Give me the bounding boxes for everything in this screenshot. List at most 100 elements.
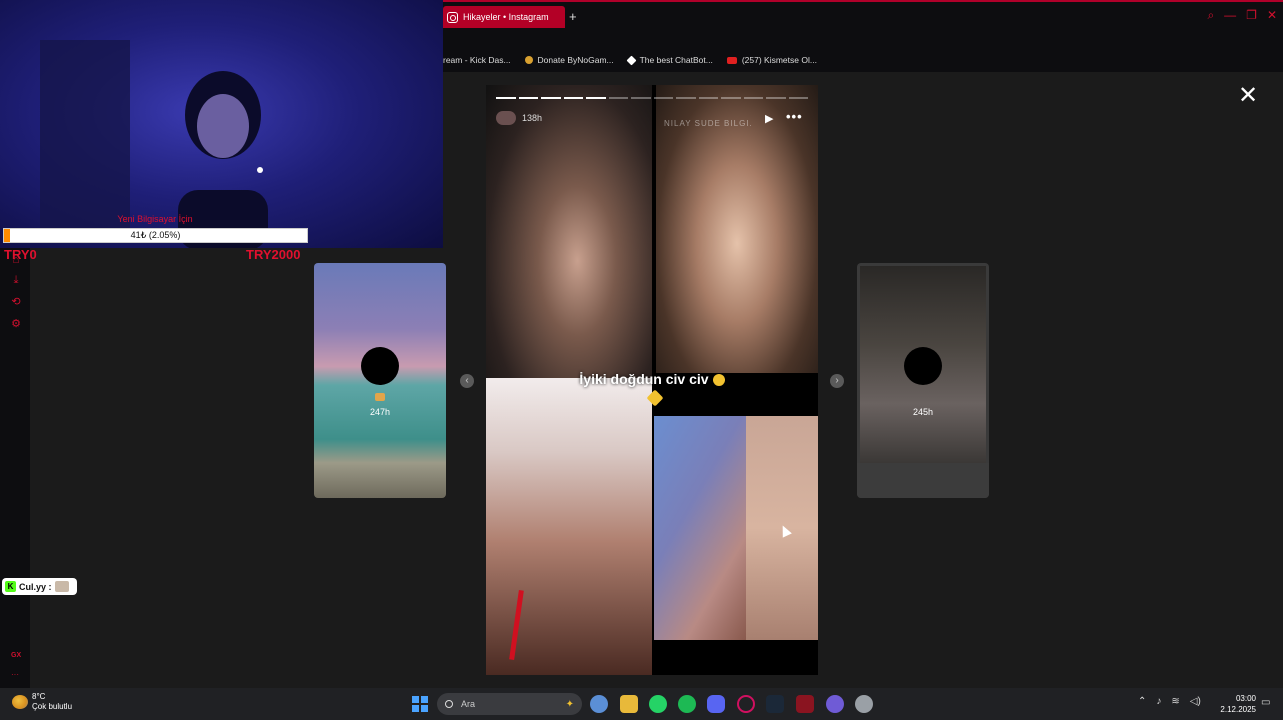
bookmark-youtube[interactable]: (257) Kismetse Ol... [726,55,817,65]
story-progress-segment [496,97,516,99]
goal-max: TRY2000 [246,247,301,262]
story-photo [656,85,818,373]
avatar [361,347,399,385]
settings-icon[interactable]: ⚙ [10,318,22,330]
donation-progress-bar: 41₺ (2.05%) [3,228,308,243]
progress-text: 41₺ (2.05%) [130,230,181,240]
story-progress-bar [496,97,808,99]
story-progress-segment [608,97,628,99]
steam-icon[interactable] [766,695,784,713]
file-explorer-icon[interactable] [620,695,638,713]
whatsapp-icon[interactable] [649,695,667,713]
restore-icon[interactable]: ❐ [1246,8,1257,23]
cloud-icon [12,695,28,709]
opera-gx-icon[interactable] [737,695,755,713]
avatar[interactable] [496,111,516,125]
chick-emoji-icon [712,374,725,387]
obs-icon[interactable] [855,695,873,713]
copilot-icon: ✦ [565,698,574,710]
story-preview-left[interactable]: 247h [314,263,446,498]
story-progress-segment [721,97,741,99]
microphone-icon[interactable]: ♪ [1156,696,1161,707]
faded-name-text: NILAY SUDE BILGI. [664,119,753,128]
story-progress-segment [766,97,786,99]
windows-logo-tile [421,696,428,703]
search-icon[interactable]: ⌕ [1207,8,1214,23]
story-progress-segment [541,97,561,99]
story-progress-segment [788,97,808,99]
goal-min: TRY0 [4,247,37,262]
webcam-overlay [0,0,443,248]
window-controls: ⌕ — ❐ ✕ [1207,8,1277,23]
previous-story-button[interactable]: ‹ [460,374,474,388]
story-progress-segment [676,97,696,99]
search-placeholder: Ara [461,699,476,709]
discord-icon[interactable] [707,695,725,713]
instagram-icon [447,11,458,23]
windows-logo-icon [412,696,419,703]
close-viewer-button[interactable]: ✕ [1238,84,1258,108]
bookmark-kick[interactable]: ream - Kick Das... [443,55,511,65]
system-tray: ⌃ ♪ ≋ ◁) [1138,696,1201,707]
spotify-icon[interactable] [678,695,696,713]
story-progress-segment [631,97,651,99]
screen: Hikayeler • Instagram + ⌕ — ❐ ✕ ⚲ ▢ ⛉ ▷ … [0,0,1283,720]
chat-message: K Cul.yy : [2,578,77,595]
start-button[interactable] [412,696,428,712]
weather-desc: Çok bulutlu [32,702,73,711]
address-bar-row: ⚲ ▢ ⛉ ▷ ♡ ⤓ ≡ [443,30,1283,75]
clock-date: 2.12.2025 [1220,705,1256,714]
background-shelf [40,40,130,240]
browser-sidebar: ⌂ ⤓ ⟲ ⚙ [0,248,30,688]
next-story-button[interactable]: › [830,374,844,388]
app-icon[interactable] [796,695,814,713]
windows-logo-tile [421,705,428,712]
weather-widget[interactable]: 8°C Çok bulutlu [12,692,72,712]
weather-text: 8°C Çok bulutlu [32,692,72,712]
clock[interactable]: 03:00 2.12.2025 [1216,693,1256,715]
kick-icon: K [5,581,16,592]
history-icon[interactable]: ⟲ [10,296,22,308]
twitch-tool-icon[interactable] [826,695,844,713]
story-caption: İyiki doğdun civ civ [486,371,818,387]
story-progress-segment [698,97,718,99]
active-story[interactable]: 138h NILAY SUDE BILGI. ▶ ••• İyiki doğdu… [486,85,818,675]
story-photo [486,378,652,675]
story-time: 245h [912,407,934,417]
close-icon[interactable]: ✕ [1267,8,1277,23]
wifi-icon[interactable]: ≋ [1171,696,1179,707]
tab-title: Hikayeler • Instagram [463,12,549,22]
minimize-icon[interactable]: — [1224,8,1236,23]
clock-time: 03:00 [1235,694,1256,703]
new-tab-button[interactable]: + [569,9,577,24]
donation-goal-title: Yeni Bilgisayar İçin [117,214,193,224]
notification-icon[interactable]: ▭ [1261,697,1270,708]
story-progress-segment [563,97,583,99]
bookmark-label: ream - Kick Das... [443,55,511,65]
volume-icon[interactable]: ◁) [1190,696,1201,707]
bookmark-chatbot[interactable]: The best ChatBot... [626,55,713,65]
bookmark-donate[interactable]: Donate ByNoGam... [524,55,614,65]
story-progress-segment [586,97,606,99]
settings-icon[interactable] [590,695,608,713]
caption-text: İyiki doğdun civ civ [579,371,709,387]
story-progress-segment [743,97,763,99]
story-preview-right[interactable]: 245h [857,263,989,498]
bookmark-label: The best ChatBot... [639,55,713,65]
play-icon[interactable]: ▶ [765,112,773,125]
bookmark-label: (257) Kismetse Ol... [741,55,817,65]
bookmarks-bar: ream - Kick Das... Donate ByNoGam... The… [443,48,1283,72]
more-options-icon[interactable]: ••• [786,109,803,124]
chat-user: Cul.yy : [19,581,52,592]
bookmark-label: Donate ByNoGam... [537,55,614,65]
tab-instagram-stories[interactable]: Hikayeler • Instagram [443,6,565,28]
card-footer [857,463,989,498]
chevron-up-icon[interactable]: ⌃ [1138,696,1146,707]
sidebar-more-icon[interactable]: ··· [11,670,19,679]
story-progress-segment [518,97,538,99]
story-photo [486,85,652,378]
youtube-icon [726,56,737,64]
download-icon[interactable]: ⤓ [10,274,22,286]
taskbar-search[interactable]: Ara ✦ [437,693,582,715]
search-icon [445,700,453,708]
